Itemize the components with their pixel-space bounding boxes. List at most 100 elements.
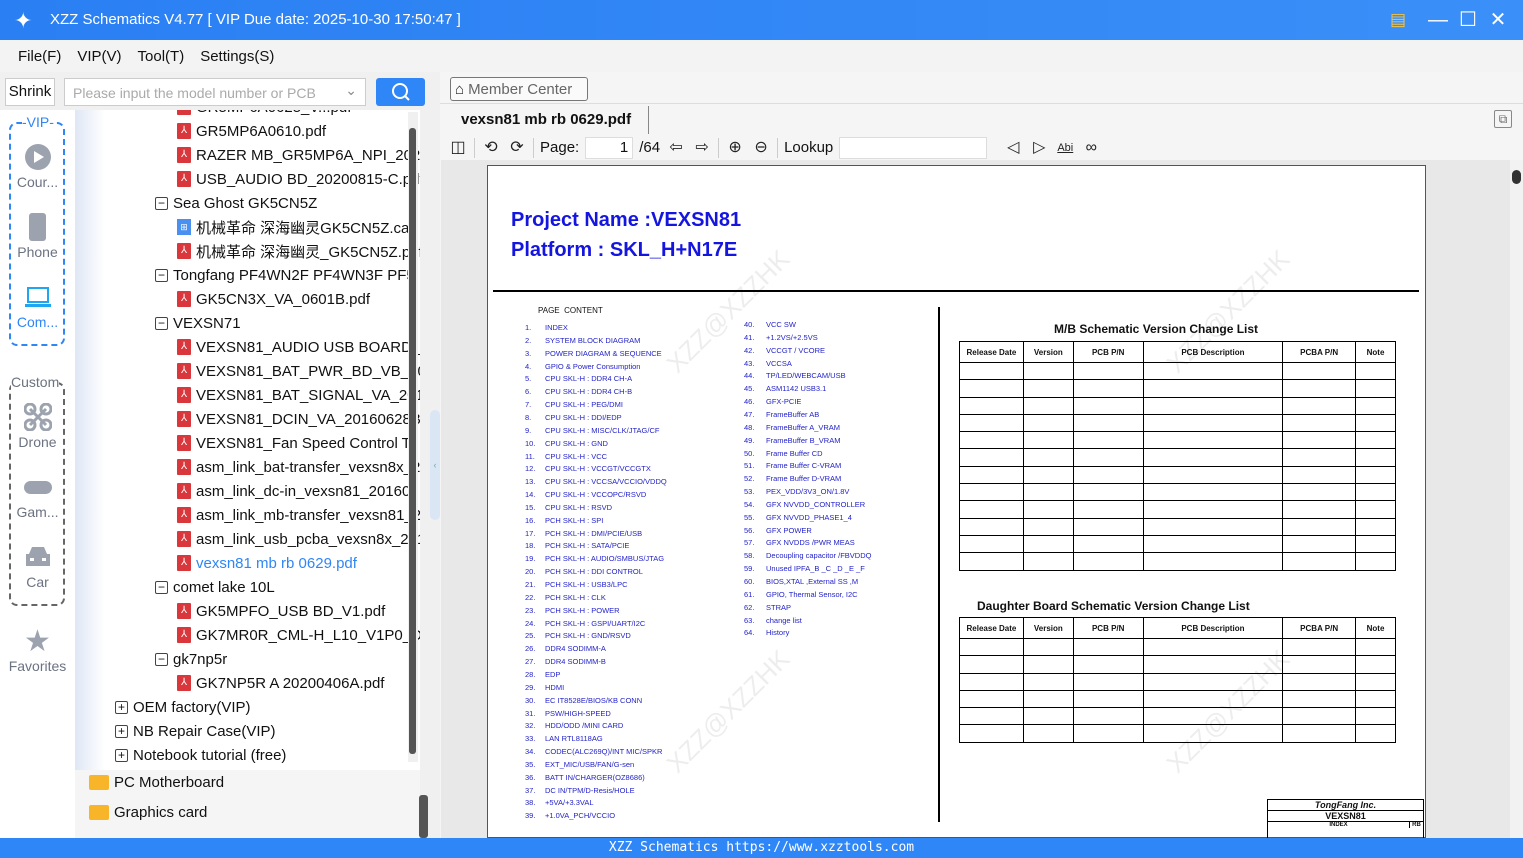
minimize-button[interactable]: — (1426, 8, 1450, 32)
pdf-file-icon[interactable]: ⅄ (177, 291, 191, 307)
document-scrollbar-thumb[interactable] (1512, 170, 1521, 184)
tree-folder[interactable]: + OEM factory(VIP) (115, 695, 251, 719)
expand-icon[interactable]: + (115, 724, 128, 738)
binoculars-icon[interactable]: ∞ (1081, 138, 1101, 158)
menu-file[interactable]: File(F) (18, 48, 61, 65)
pdf-file-icon[interactable]: ⅄ (177, 507, 191, 523)
find-next-icon[interactable]: ▷ (1029, 138, 1049, 158)
column-header: PCB Description (1142, 341, 1284, 363)
tree-file[interactable]: ⅄ GK5CN3X_VA_0601B.pdf (177, 287, 370, 311)
shrink-button[interactable]: Shrink (5, 78, 55, 106)
tree-file[interactable]: ⅄ VEXSN81_AUDIO USB BOARD_R (177, 335, 420, 359)
pdf-file-icon[interactable]: ⅄ (177, 243, 191, 259)
pdf-file-icon[interactable]: ⅄ (177, 411, 191, 427)
cad-file-icon[interactable]: ⊞ (177, 219, 191, 235)
close-tab-icon[interactable]: ⧉ (1494, 110, 1512, 128)
pdf-file-icon[interactable]: ⅄ (177, 339, 191, 355)
sidebar-item-games[interactable]: Gam... (0, 474, 75, 520)
close-button[interactable]: ✕ (1486, 8, 1510, 32)
find-prev-icon[interactable]: ◁ (1003, 138, 1023, 158)
tree-item-partial[interactable]: ⅄GR5MP6A0625_V...pdf (177, 110, 351, 119)
match-case-icon[interactable]: Abi (1055, 138, 1075, 158)
tree-file[interactable]: ⅄ vexsn81 mb rb 0629.pdf (177, 551, 357, 575)
rotate-left-icon[interactable]: ⟲ (481, 138, 501, 158)
two-page-icon[interactable]: ◫ (448, 138, 468, 158)
vip-bag-icon[interactable]: ▤ (1386, 8, 1410, 32)
collapse-icon[interactable]: − (155, 196, 168, 210)
tree-folder[interactable]: − Sea Ghost GK5CN5Z (155, 191, 317, 215)
sidebar-item-car[interactable]: Car (0, 544, 75, 590)
pdf-file-icon[interactable]: ⅄ (177, 603, 191, 619)
menu-tool[interactable]: Tool(T) (138, 48, 185, 65)
pdf-file-icon[interactable]: ⅄ (177, 483, 191, 499)
zoom-in-icon[interactable]: ⊕ (725, 138, 745, 158)
sidebar-item-computer[interactable]: Com... (0, 284, 75, 330)
sidebar-item-courses[interactable]: Cour... (0, 144, 75, 190)
pdf-file-icon[interactable]: ⅄ (177, 363, 191, 379)
tree-folder[interactable]: − VEXSN71 (155, 311, 241, 335)
tree-folder[interactable]: − comet lake 10L (155, 575, 275, 599)
sidebar-item-favorites[interactable]: ★ Favorites (0, 625, 75, 675)
search-button[interactable] (376, 78, 425, 106)
tree-folder[interactable]: − gk7np5r (155, 647, 227, 671)
tree-file[interactable]: ⅄ USB_AUDIO BD_20200815-C.pdf (177, 167, 420, 191)
pdf-file-icon[interactable]: ⅄ (177, 627, 191, 643)
sidebar-item-drone[interactable]: Drone (0, 403, 75, 450)
pdf-file-icon[interactable]: ⅄ (177, 555, 191, 571)
tree-file[interactable]: ⅄ VEXSN81_Fan Speed Control Ta (177, 431, 418, 455)
tree-folder[interactable]: − Tongfang PF4WN2F PF4WN3F PF5 (155, 263, 415, 287)
tree-file[interactable]: ⅄ GK7NP5R A 20200406A.pdf (177, 671, 384, 695)
document-scrollbar[interactable] (1510, 160, 1523, 838)
pdf-file-icon[interactable]: ⅄ (177, 387, 191, 403)
table-row (959, 724, 1396, 743)
tree-file[interactable]: ⅄ VEXSN81_BAT_PWR_BD_VB_201 (177, 359, 420, 383)
rotate-right-icon[interactable]: ⟳ (507, 138, 527, 158)
search-input[interactable]: Please input the model number or PCB ⌄ (64, 78, 366, 106)
menu-vip[interactable]: VIP(V) (77, 48, 121, 65)
collapse-icon[interactable]: − (155, 268, 168, 282)
tree-file[interactable]: ⅄ GK7MR0R_CML-H_L10_V1P0_DE (177, 623, 420, 647)
tree-file[interactable]: ⅄ VEXSN81_BAT_SIGNAL_VA_2016 (177, 383, 420, 407)
tree-scrollbar-2[interactable] (419, 795, 428, 838)
pdf-file-icon[interactable]: ⅄ (177, 171, 191, 187)
category-item[interactable]: Graphics card (89, 800, 207, 824)
tab-document[interactable]: vexsn81 mb rb 0629.pdf (449, 106, 649, 134)
tree-file[interactable]: ⅄ RAZER MB_GR5MP6A_NPI_20200 (177, 143, 420, 167)
tree-file[interactable]: ⅄ asm_link_mb-transfer_vexsn81_2 (177, 503, 420, 527)
collapse-icon[interactable]: − (155, 316, 168, 330)
expand-icon[interactable]: + (115, 748, 128, 762)
tree-scrollbar-thumb[interactable] (409, 128, 416, 754)
pdf-file-icon[interactable]: ⅄ (177, 675, 191, 691)
collapse-icon[interactable]: − (155, 652, 168, 666)
pdf-file-icon[interactable]: ⅄ (177, 459, 191, 475)
tree-file[interactable]: ⅄ GK5MPFO_USB BD_V1.pdf (177, 599, 385, 623)
pdf-file-icon[interactable]: ⅄ (177, 435, 191, 451)
maximize-button[interactable]: ☐ (1456, 8, 1480, 32)
sidebar-item-phone[interactable]: Phone (0, 213, 75, 260)
pdf-file-icon[interactable]: ⅄ (177, 531, 191, 547)
expand-icon[interactable]: + (115, 700, 128, 714)
pdf-file-icon[interactable]: ⅄ (177, 147, 191, 163)
prev-page-icon[interactable]: ⇦ (666, 138, 686, 158)
tree-file[interactable]: ⅄ GR5MP6A0610.pdf (177, 119, 326, 143)
tree-file[interactable]: ⅄ asm_link_dc-in_vexsn81_201606 (177, 479, 419, 503)
menu-settings[interactable]: Settings(S) (200, 48, 274, 65)
tree-file[interactable]: ⅄ asm_link_usb_pcba_vexsn8x_201 (177, 527, 420, 551)
next-page-icon[interactable]: ⇨ (692, 138, 712, 158)
content-number: 21. (525, 580, 536, 589)
page-number-input[interactable]: 1 (585, 136, 634, 159)
collapse-icon[interactable]: − (155, 580, 168, 594)
tree-file[interactable]: ⅄ 机械革命 深海幽灵_GK5CN5Z.pdf (177, 239, 420, 263)
category-item[interactable]: PC Motherboard (89, 770, 224, 794)
lookup-input[interactable] (839, 136, 988, 159)
member-center-button[interactable]: ⌂ Member Center (450, 77, 588, 101)
chevron-down-icon[interactable]: ⌄ (345, 82, 357, 99)
panel-collapse-handle[interactable]: ‹ (430, 410, 440, 520)
pdf-file-icon[interactable]: ⅄ (177, 123, 191, 139)
tree-file[interactable]: ⅄ VEXSN81_DCIN_VA_20160628B.p (177, 407, 420, 431)
tree-folder[interactable]: + NB Repair Case(VIP) (115, 719, 276, 743)
tree-file[interactable]: ⊞ 机械革命 深海幽灵GK5CN5Z.cad (177, 215, 418, 239)
tree-folder[interactable]: + Notebook tutorial (free) (115, 743, 286, 767)
tree-file[interactable]: ⅄ asm_link_bat-transfer_vexsn8x_2 (177, 455, 420, 479)
zoom-out-icon[interactable]: ⊖ (751, 138, 771, 158)
